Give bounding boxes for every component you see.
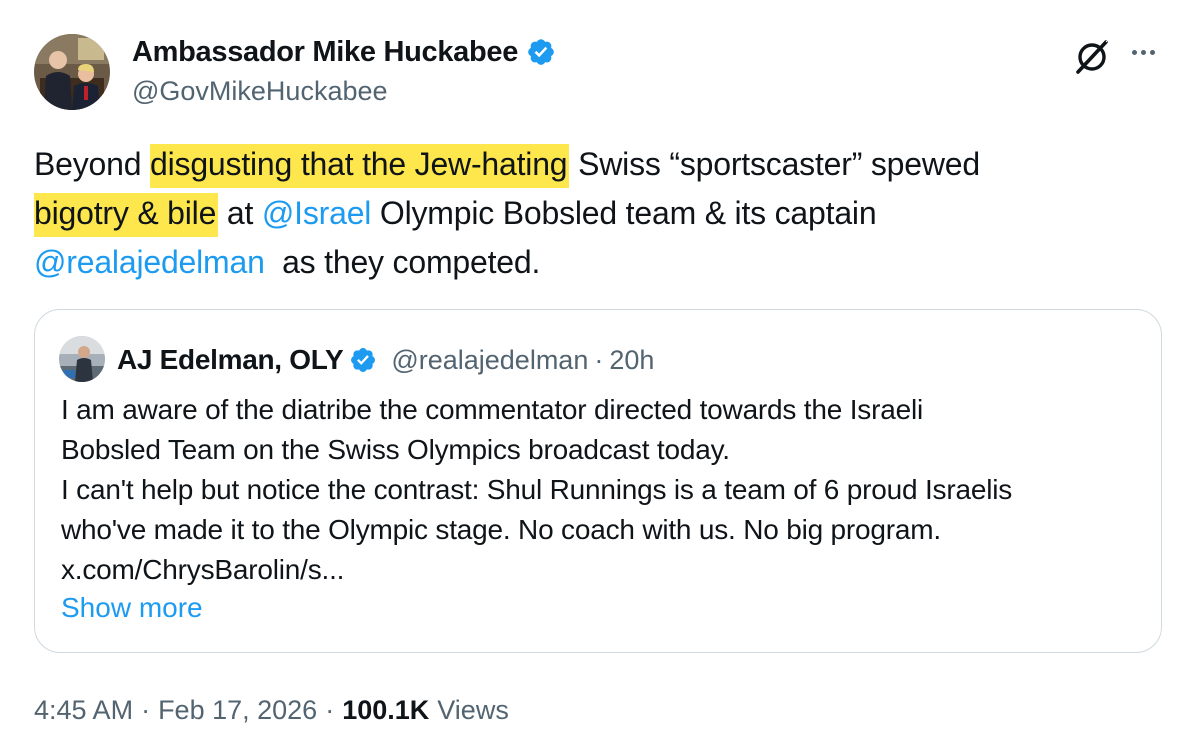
separator-dot: · xyxy=(325,694,335,725)
mention-link-realajedelman[interactable]: @realajedelman xyxy=(34,244,265,280)
post-time[interactable]: 4:45 AM xyxy=(34,695,133,726)
tweet-text-segment: Beyond xyxy=(34,146,151,182)
views-count: 100.1K xyxy=(342,694,430,725)
tweet-meta: 4:45 AM · Feb 17, 2026 · 100.1K Views xyxy=(34,690,509,730)
quoted-text-line: I am aware of the diatribe the commentat… xyxy=(61,394,924,425)
dot-icon xyxy=(1149,49,1155,55)
quoted-timestamp[interactable]: 20h xyxy=(609,345,654,376)
tweet-text-segment: Olympic Bobsled team & its captain xyxy=(371,195,886,231)
verified-badge-icon xyxy=(528,39,554,65)
highlighted-text: bigotry & bile xyxy=(34,193,219,237)
show-more-link[interactable]: Show more xyxy=(61,592,203,624)
views-label: Views xyxy=(437,694,509,725)
tweet: Ambassador Mike Huckabee @GovMikeHuckabe… xyxy=(0,0,1182,744)
dot-icon xyxy=(1140,49,1146,55)
quoted-tweet-text: I am aware of the diatribe the commentat… xyxy=(61,390,1151,590)
quoted-author-avatar[interactable] xyxy=(59,336,105,382)
separator-dot: · xyxy=(594,344,604,375)
author-avatar[interactable] xyxy=(34,34,110,110)
tweet-text-segment: at xyxy=(218,195,262,231)
tweet-text: Beyond disgusting that the Jew-hating Sw… xyxy=(34,140,1154,287)
tweet-text-segment: Swiss “sportscaster” spewed xyxy=(569,146,989,182)
quoted-author-row: AJ Edelman, OLY @realajedelman · 20h xyxy=(117,342,654,378)
dot-icon xyxy=(1131,49,1137,55)
author-name-row: Ambassador Mike Huckabee xyxy=(132,34,556,70)
post-date[interactable]: Feb 17, 2026 xyxy=(158,695,317,726)
separator-dot: · xyxy=(141,694,151,725)
quoted-text-line: who've made it to the Olympic stage. No … xyxy=(61,514,941,545)
quoted-tweet-card[interactable]: AJ Edelman, OLY @realajedelman · 20h I a… xyxy=(34,309,1162,653)
grok-icon[interactable] xyxy=(1072,36,1112,76)
mention-link-israel[interactable]: @Israel xyxy=(262,195,372,231)
author-display-name[interactable]: Ambassador Mike Huckabee xyxy=(132,36,518,69)
quoted-text-line: Bobsled Team on the Swiss Olympics broad… xyxy=(61,434,730,465)
quoted-handle[interactable]: @realajedelman xyxy=(391,345,588,376)
tweet-text-segment: as they competed. xyxy=(264,244,541,280)
quoted-link-text[interactable]: x.com/ChrysBarolin/s... xyxy=(61,550,1151,590)
more-options-icon[interactable] xyxy=(1126,34,1160,70)
highlighted-text: disgusting that the Jew-hating xyxy=(150,144,570,188)
quoted-text-line: I can't help but notice the contrast: Sh… xyxy=(61,474,1013,505)
quoted-display-name[interactable]: AJ Edelman, OLY xyxy=(117,344,344,376)
verified-badge-icon xyxy=(351,348,376,372)
author-handle[interactable]: @GovMikeHuckabee xyxy=(132,76,388,107)
